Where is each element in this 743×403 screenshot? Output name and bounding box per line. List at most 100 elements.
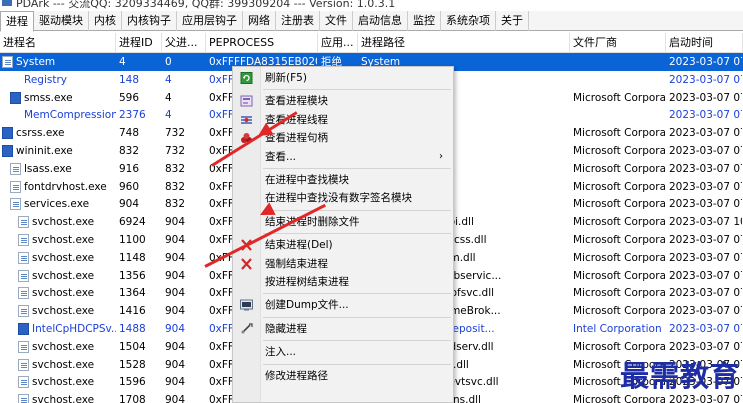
process-icon — [10, 180, 21, 193]
process-icon — [18, 323, 29, 335]
column-header-0[interactable]: 进程名 — [0, 33, 116, 53]
process-icon — [10, 198, 21, 211]
tab-3[interactable]: 内核钩子 — [122, 11, 177, 31]
process-icon — [18, 340, 29, 353]
window-title: PDArk --- 交流QQ: 3209334469, QQ群: 3993092… — [16, 0, 396, 10]
column-header-1[interactable]: 进程ID — [116, 33, 162, 53]
cell-name: csrss.exe — [16, 127, 65, 140]
menu-item-16[interactable]: 创建Dump文件... — [233, 296, 453, 314]
menu-item-0[interactable]: 刷新(F5) — [233, 69, 453, 87]
cell-pid: 1528 — [119, 358, 146, 371]
window-title-bar: PDArk --- 交流QQ: 3209334469, QQ群: 3993092… — [0, 0, 743, 11]
menu-item-18[interactable]: 隐藏进程 — [233, 320, 453, 338]
cell-time: 2023-03-07 07:56 — [669, 91, 742, 104]
tab-2[interactable]: 内核 — [89, 11, 122, 31]
menu-item-7[interactable]: 在进程中查找模块 — [233, 171, 453, 189]
tab-6[interactable]: 注册表 — [276, 11, 320, 31]
tab-7[interactable]: 文件 — [320, 11, 353, 31]
menu-separator — [263, 340, 451, 342]
menu-item-2[interactable]: 查看进程模块 — [233, 92, 453, 110]
cell-name: svchost.exe — [32, 394, 95, 403]
cell-vendor: Microsoft Corporat... — [573, 216, 665, 229]
cell-pid: 1488 — [119, 323, 146, 335]
cell-pid: 748 — [119, 127, 140, 140]
cell-name: svchost.exe — [32, 234, 95, 246]
cell-time: 2023-03-07 07:56 — [669, 162, 742, 175]
cell-name: IntelCpHDCPSv... — [32, 323, 116, 335]
menu-item-12[interactable]: 结束进程(Del) — [233, 236, 453, 254]
menu-item-20[interactable]: 注入... — [233, 343, 453, 361]
cell-ppid: 732 — [165, 127, 186, 140]
cell-time: 2023-03-07 07:56 — [669, 127, 742, 140]
watermark-text: 最需教育 — [620, 359, 741, 393]
process-icon — [18, 305, 29, 318]
cell-name: svchost.exe — [32, 358, 95, 371]
cell-ppid: 904 — [165, 376, 186, 389]
cell-name: svchost.exe — [32, 340, 95, 353]
cell-vendor: Microsoft Corporat... — [573, 145, 665, 157]
menu-separator — [263, 316, 451, 318]
column-header-7[interactable]: 启动时间 — [666, 33, 743, 53]
column-header-4[interactable]: 应用... — [318, 33, 358, 53]
tab-10[interactable]: 系统杂项 — [441, 11, 496, 31]
tab-1[interactable]: 驱动模块 — [34, 11, 89, 31]
cell-ppid: 904 — [165, 394, 186, 403]
app-icon — [2, 0, 12, 6]
cell-name: Registry — [24, 73, 67, 86]
cell-time: 2023-03-07 07:56 — [669, 287, 742, 300]
cell-ppid: 0 — [165, 56, 172, 68]
process-icon — [2, 145, 13, 157]
cell-pid: 1100 — [119, 234, 146, 246]
cell-name: svchost.exe — [32, 251, 95, 264]
tab-9[interactable]: 监控 — [408, 11, 441, 31]
menu-item-14[interactable]: 按进程树结束进程 — [233, 273, 453, 291]
cell-ppid: 4 — [165, 109, 172, 122]
cell-ppid: 904 — [165, 287, 186, 300]
cell-ppid: 904 — [165, 340, 186, 353]
process-icon — [18, 287, 29, 300]
tab-4[interactable]: 应用层钩子 — [177, 11, 243, 31]
cell-name: fontdrvhost.exe — [24, 180, 107, 193]
cell-time: 2023-03-07 07:56 — [669, 109, 742, 122]
menu-item-label: 按进程树结束进程 — [265, 276, 349, 288]
tab-11[interactable]: 关于 — [496, 11, 529, 31]
cell-pid: 1596 — [119, 376, 146, 389]
tab-8[interactable]: 启动信息 — [353, 11, 408, 31]
column-header-2[interactable]: 父进... — [162, 33, 206, 53]
cell-time: 2023-03-07 07:56 — [669, 323, 742, 335]
menu-item-22[interactable]: 修改进程路径 — [233, 367, 453, 385]
cell-vendor: Microsoft Corporat... — [573, 269, 665, 282]
menu-item-label: 查看... — [265, 150, 297, 163]
cell-vendor: Microsoft Corporat... — [573, 287, 665, 300]
tab-0[interactable]: 进程 — [0, 11, 34, 32]
cell-ppid: 732 — [165, 145, 186, 157]
column-header-3[interactable]: PEPROCESS — [206, 33, 318, 53]
cell-pid: 960 — [119, 180, 140, 193]
cell-ppid: 904 — [165, 251, 186, 264]
force-kill-icon — [240, 257, 253, 270]
menu-item-label: 在进程中查找没有数字签名模块 — [265, 192, 412, 205]
cell-time: 2023-03-07 07:56 — [669, 73, 742, 86]
column-header-6[interactable]: 文件厂商 — [570, 33, 666, 53]
cell-ppid: 4 — [165, 91, 172, 104]
menu-item-13[interactable]: 强制结束进程 — [233, 255, 453, 273]
cell-pid: 4 — [119, 56, 126, 68]
menu-item-label: 创建Dump文件... — [265, 299, 349, 312]
menu-item-label: 查看进程模块 — [265, 95, 328, 108]
dump-icon — [240, 299, 253, 311]
process-icon — [2, 56, 13, 68]
process-icon — [18, 376, 29, 389]
cell-name: svchost.exe — [32, 287, 95, 300]
menu-item-5[interactable]: 查看... › — [233, 148, 453, 166]
cell-pid: 1708 — [119, 394, 146, 403]
column-header-5[interactable]: 进程路径 — [358, 33, 570, 53]
cell-name: svchost.exe — [32, 305, 95, 318]
cell-pid: 1356 — [119, 269, 146, 282]
process-icon — [18, 394, 29, 403]
cell-ppid: 904 — [165, 269, 186, 282]
tab-5[interactable]: 网络 — [243, 11, 276, 31]
menu-item-label: 强制结束进程 — [265, 257, 328, 270]
refresh-icon — [240, 72, 253, 84]
cell-vendor: Microsoft Corporat... — [573, 251, 665, 264]
menu-item-label: 在进程中查找模块 — [265, 174, 349, 186]
